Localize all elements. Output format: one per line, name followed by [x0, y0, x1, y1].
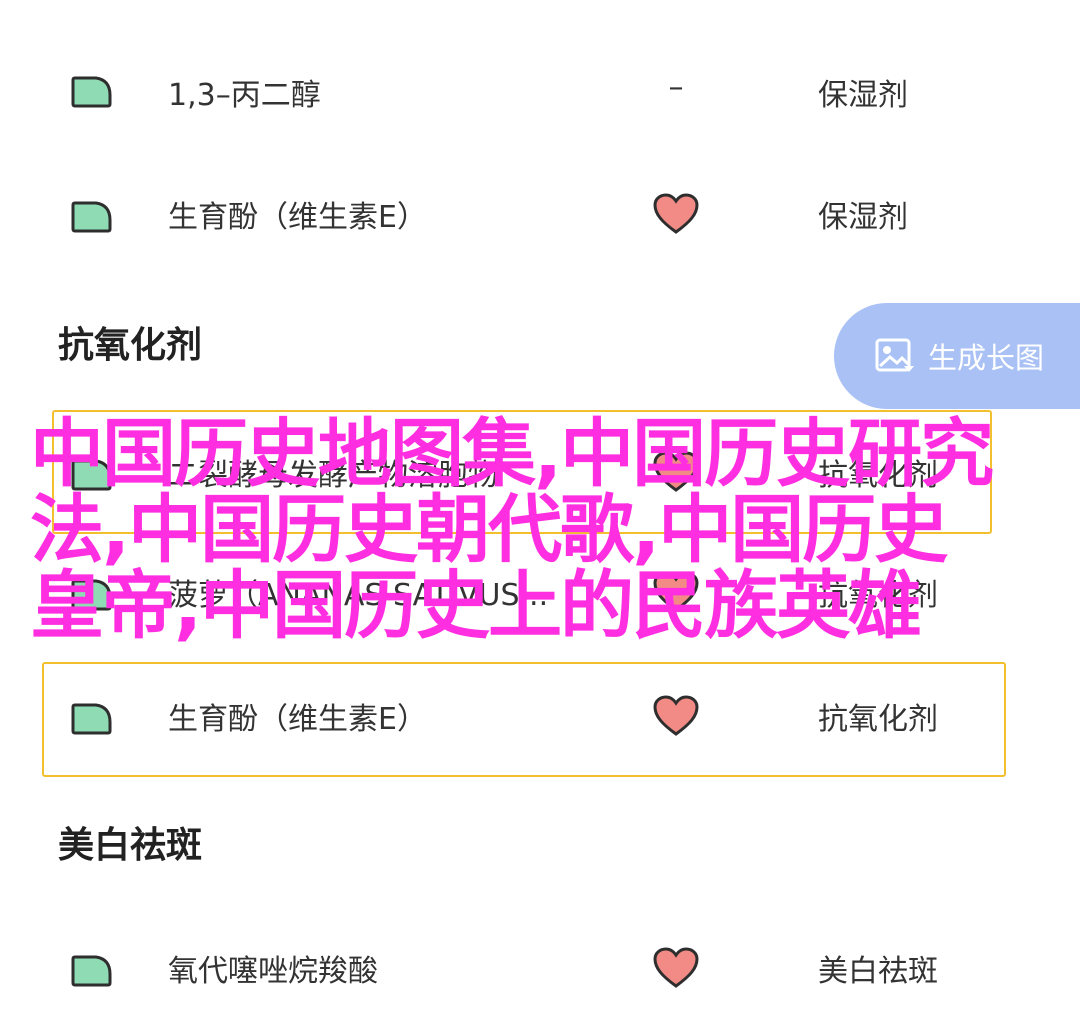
heart-icon — [653, 947, 699, 988]
ingredient-name: 1,3–丙二醇 — [168, 78, 321, 113]
ingredient-name: 生育酚（维生素E） — [168, 702, 427, 737]
generate-long-image-button[interactable]: 生成长图 — [834, 303, 1080, 409]
overlay-line: 法,中国历史朝代歌,中国历史 — [30, 487, 948, 573]
safety-tag-icon — [71, 703, 112, 735]
safety-tag-icon — [71, 76, 112, 108]
generate-long-image-label: 生成长图 — [928, 341, 1045, 375]
rating-dash: – — [668, 70, 684, 105]
ingredient-row[interactable]: 生育酚（维生素E） 抗氧化剂 — [0, 652, 1080, 772]
ingredient-name: 生育酚（维生素E） — [168, 200, 427, 235]
heart-icon — [653, 193, 699, 234]
ingredient-function: 抗氧化剂 — [818, 702, 938, 737]
ingredient-function: 美白祛斑 — [818, 954, 938, 989]
ingredient-function: 保湿剂 — [818, 78, 908, 113]
section-title-whitening: 美白祛斑 — [58, 825, 203, 866]
safety-tag-icon — [71, 955, 112, 987]
ingredient-function: 保湿剂 — [818, 200, 908, 235]
heart-icon — [653, 695, 699, 736]
ingredient-row[interactable]: 氧代噻唑烷羧酸 美白祛斑 — [0, 902, 1080, 1022]
ingredient-row[interactable]: 生育酚（维生素E） 保湿剂 — [0, 150, 1080, 270]
ingredient-row[interactable]: 1,3–丙二醇 – 保湿剂 — [0, 30, 1080, 150]
overlay-line: 皇帝,中国历史上的民族英雄 — [30, 563, 922, 649]
section-title-antioxidant: 抗氧化剂 — [58, 325, 203, 366]
ingredient-name: 氧代噻唑烷羧酸 — [168, 954, 378, 989]
safety-tag-icon — [71, 201, 112, 233]
overlay-line: 中国历史地图集,中国历史研究 — [30, 411, 994, 497]
overlay-text: 中国历史地图集,中国历史研究 法,中国历史朝代歌,中国历史 皇帝,中国历史上的民… — [30, 416, 1050, 644]
image-icon — [875, 338, 914, 372]
